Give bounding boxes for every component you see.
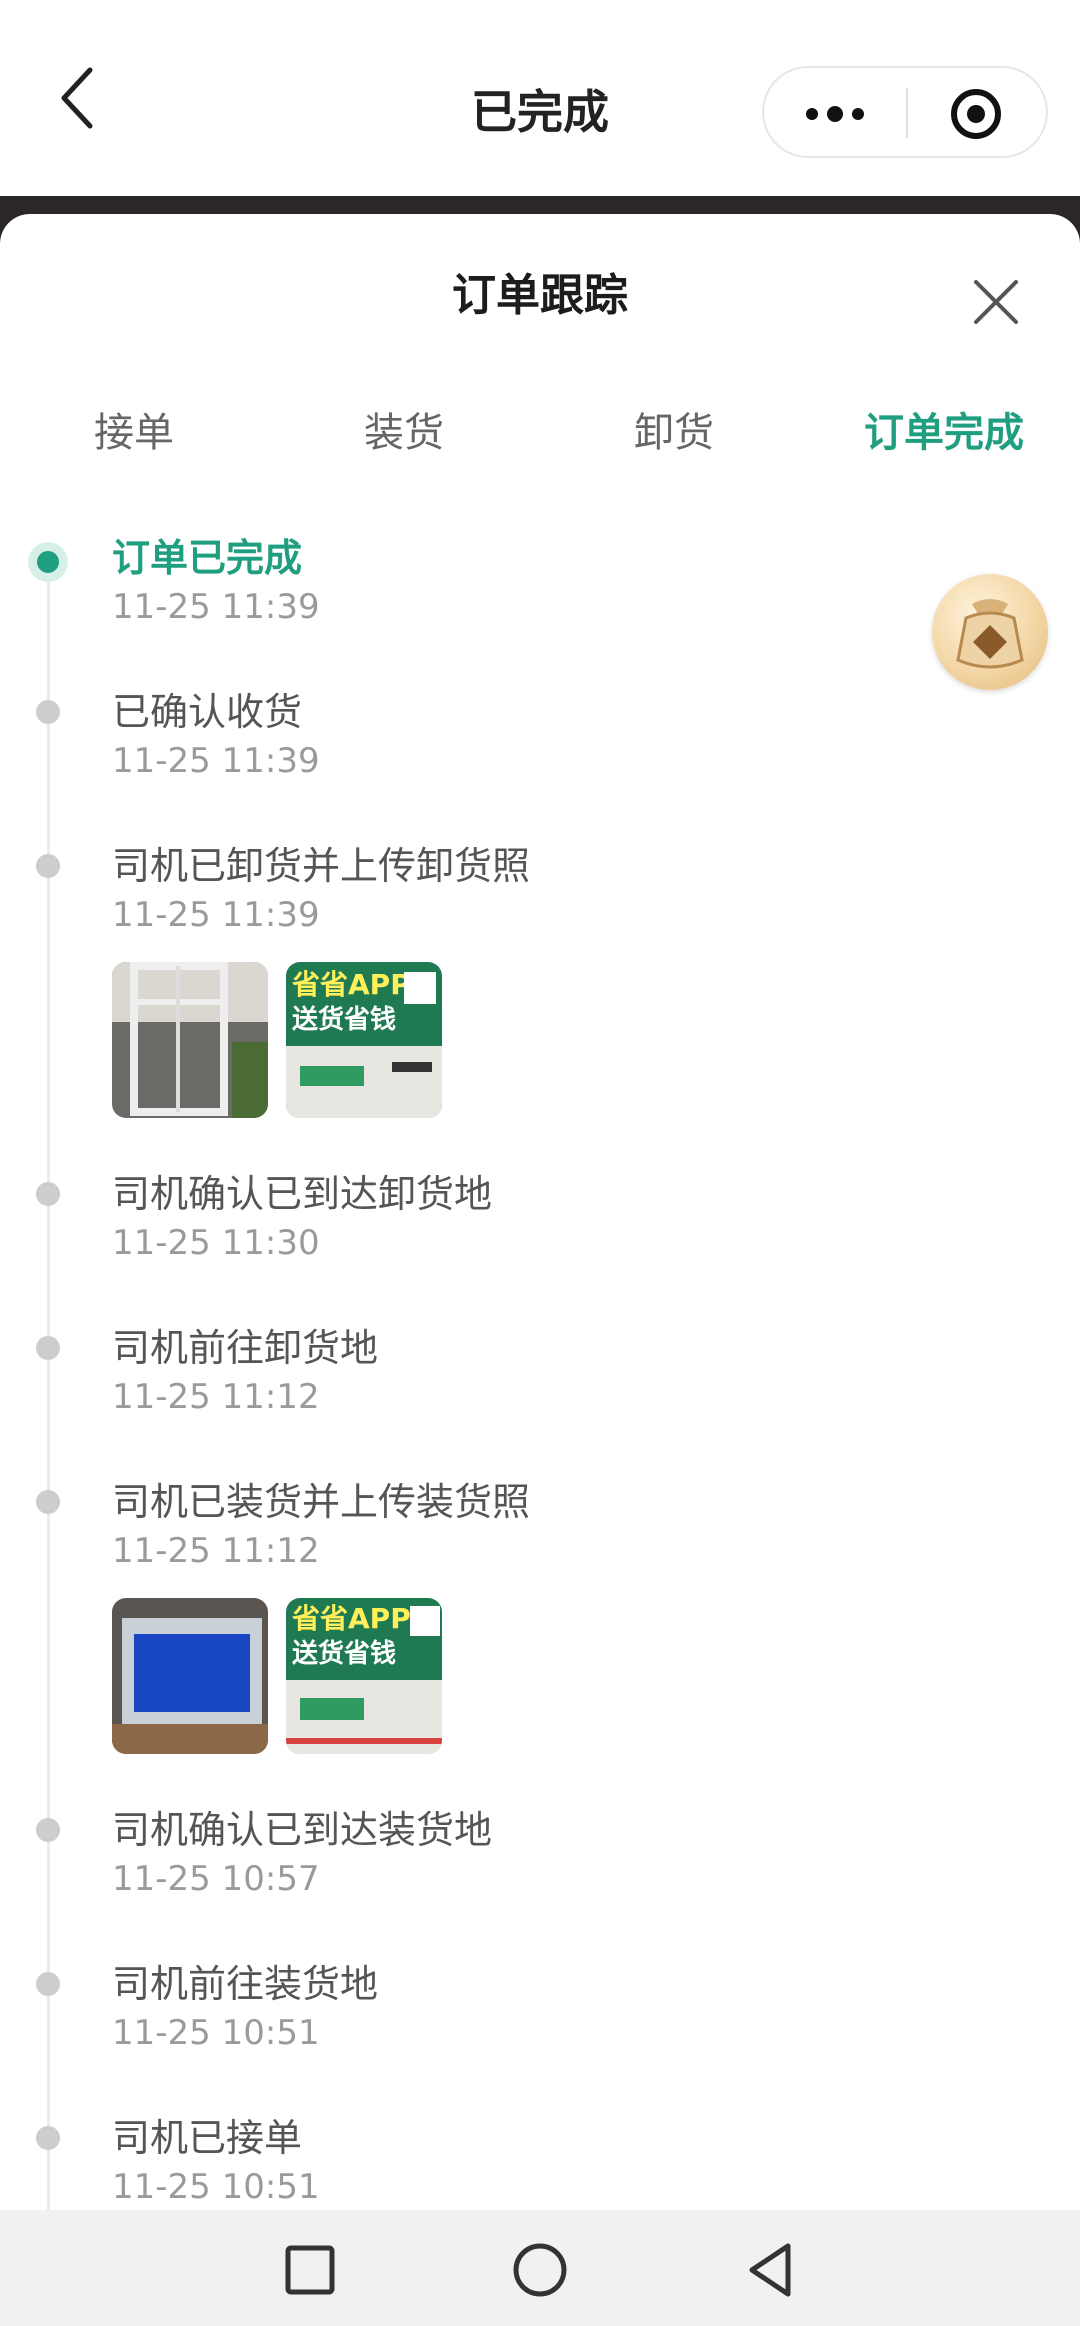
tab-unloading[interactable]: 卸货 [564,398,784,468]
timeline-item-time: 11-25 11:12 [112,1531,320,1571]
top-bar: 已完成 [0,0,1080,196]
svg-text:省省APP: 省省APP [292,1602,411,1635]
timeline-item-time: 11-25 11:39 [112,741,320,781]
timeline-item-time: 11-25 10:51 [112,2013,320,2053]
timeline: 订单已完成 11-25 11:39 已确认收货 11-25 11:39 司机已卸… [0,530,1080,2210]
capsule-divider [906,88,908,138]
unloading-photo-1[interactable] [112,962,268,1118]
timeline-item-title: 订单已完成 [112,536,303,580]
square-icon [285,2245,335,2295]
timeline-dot [36,854,60,878]
timeline-dot [36,1336,60,1360]
tab-accept[interactable]: 接单 [24,398,244,468]
timeline-item-title: 司机已装货并上传装货照 [112,1480,531,1524]
timeline-item-title: 司机前往装货地 [112,1962,379,2006]
order-tracking-sheet: 订单跟踪 接单 装货 卸货 订单完成 订单已完成 11-25 11:39 已确认… [0,214,1080,2214]
system-nav-bar [0,2210,1080,2326]
svg-text:省省APP: 省省APP [292,968,411,1001]
timeline-dot [36,1972,60,1996]
timeline-item-title: 司机已卸货并上传卸货照 [112,844,531,888]
timeline-item-time: 11-25 11:30 [112,1223,320,1263]
floating-rice-bag-button[interactable] [932,574,1048,690]
home-button[interactable] [510,2240,570,2300]
timeline-item-title: 司机已接单 [112,2116,303,2160]
timeline-item-time: 11-25 11:12 [112,1377,320,1417]
timeline-item-title: 司机确认已到达装货地 [112,1808,493,1852]
tab-completed[interactable]: 订单完成 [834,398,1054,468]
more-icon[interactable] [802,94,868,134]
rice-bag-icon [956,599,1024,669]
svg-text:送货省钱: 送货省钱 [292,1638,396,1669]
timeline-item-time: 11-25 11:39 [112,587,320,627]
close-icon [974,280,1018,324]
timeline-item-time: 11-25 10:57 [112,1859,320,1899]
loading-photo-1[interactable] [112,1598,268,1754]
tab-loading[interactable]: 装货 [294,398,514,468]
timeline-line [47,566,50,2210]
mini-program-capsule [762,66,1048,158]
svg-text:送货省钱: 送货省钱 [292,1004,396,1035]
close-button[interactable] [968,274,1024,330]
timeline-item-title: 司机确认已到达卸货地 [112,1172,493,1216]
unloading-photo-2[interactable]: 省省APP 送货省钱 [286,962,442,1118]
triangle-back-icon [749,2243,791,2297]
timeline-dot [36,700,60,724]
timeline-dot-active [28,542,68,582]
back-nav-button[interactable] [740,2240,800,2300]
loading-photo-2[interactable]: 省省APP 送货省钱 [286,1598,442,1754]
sheet-title: 订单跟踪 [452,270,628,321]
circle-icon [513,2243,567,2297]
close-mini-program-icon[interactable] [948,86,1004,142]
timeline-dot [36,1818,60,1842]
timeline-dot [36,1182,60,1206]
timeline-dot [36,1490,60,1514]
tracking-tabs: 接单 装货 卸货 订单完成 [0,398,1080,468]
timeline-item-time: 11-25 11:39 [112,895,320,935]
timeline-item-title: 已确认收货 [112,690,303,734]
timeline-dot [36,2126,60,2150]
recent-apps-button[interactable] [280,2240,340,2300]
timeline-item-time: 11-25 10:51 [112,2167,320,2207]
timeline-item-title: 司机前往卸货地 [112,1326,379,1370]
